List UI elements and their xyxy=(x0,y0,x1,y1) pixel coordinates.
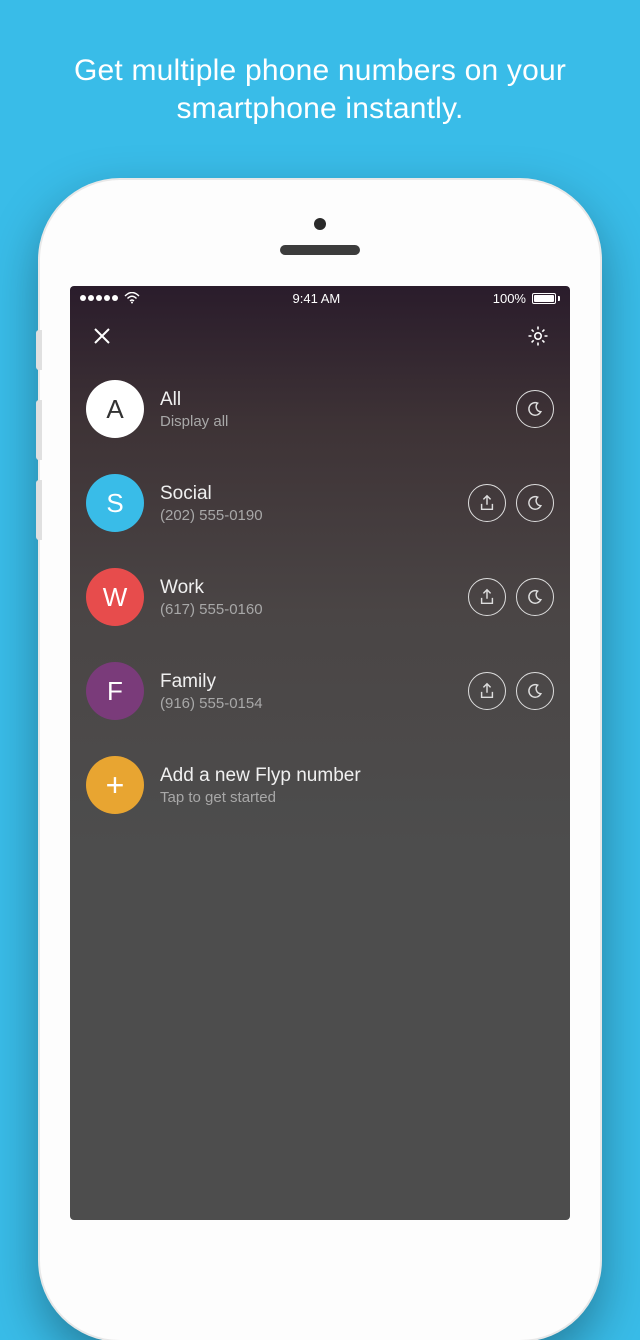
dnd-button[interactable] xyxy=(516,390,554,428)
moon-icon xyxy=(526,588,544,606)
numbers-list: A All Display all S Social (202) 555-0190 W Wor… xyxy=(70,362,570,832)
row-subtitle: Display all xyxy=(160,413,500,430)
share-icon xyxy=(478,682,496,700)
gear-icon xyxy=(526,324,550,348)
share-button[interactable] xyxy=(468,578,506,616)
dnd-button[interactable] xyxy=(516,484,554,522)
marketing-headline: Get multiple phone numbers on your smart… xyxy=(0,0,640,127)
row-text: Social (202) 555-0190 xyxy=(160,483,452,524)
row-title: All xyxy=(160,389,500,411)
share-button[interactable] xyxy=(468,672,506,710)
row-text: Work (617) 555-0160 xyxy=(160,577,452,618)
settings-button[interactable] xyxy=(522,320,554,352)
row-subtitle: (202) 555-0190 xyxy=(160,507,452,524)
phone-camera-dot xyxy=(314,218,326,230)
dnd-button[interactable] xyxy=(516,672,554,710)
moon-icon xyxy=(526,494,544,512)
number-row[interactable]: F Family (916) 555-0154 xyxy=(82,644,558,738)
row-text: Family (916) 555-0154 xyxy=(160,671,452,712)
row-subtitle: (617) 555-0160 xyxy=(160,601,452,618)
battery-percent: 100% xyxy=(493,291,526,306)
row-text: Add a new Flyp number Tap to get started xyxy=(160,765,538,806)
row-title: Social xyxy=(160,483,452,505)
phone-side-button xyxy=(36,330,42,370)
close-icon xyxy=(92,326,112,346)
moon-icon xyxy=(526,682,544,700)
share-icon xyxy=(478,494,496,512)
phone-side-button xyxy=(36,400,42,460)
number-row[interactable]: S Social (202) 555-0190 xyxy=(82,456,558,550)
moon-icon xyxy=(526,400,544,418)
top-bar xyxy=(70,310,570,362)
avatar: S xyxy=(86,474,144,532)
share-icon xyxy=(478,588,496,606)
share-button[interactable] xyxy=(468,484,506,522)
avatar: F xyxy=(86,662,144,720)
row-actions xyxy=(516,390,554,428)
row-subtitle: (916) 555-0154 xyxy=(160,695,452,712)
battery-icon xyxy=(532,293,560,304)
close-button[interactable] xyxy=(86,320,118,352)
phone-screen: 9:41 AM 100% AAllDisplay allSSocial(202) xyxy=(70,286,570,1220)
avatar: W xyxy=(86,568,144,626)
avatar: A xyxy=(86,380,144,438)
phone-speaker xyxy=(280,245,360,255)
status-time: 9:41 AM xyxy=(293,291,341,306)
row-actions xyxy=(468,672,554,710)
row-title: Add a new Flyp number xyxy=(160,765,538,787)
add-number-row[interactable]: + Add a new Flyp number Tap to get started xyxy=(82,738,558,832)
dnd-button[interactable] xyxy=(516,578,554,616)
phone-side-button xyxy=(36,480,42,540)
row-actions xyxy=(468,484,554,522)
row-title: Work xyxy=(160,577,452,599)
wifi-icon xyxy=(124,292,140,304)
number-row[interactable]: A All Display all xyxy=(82,362,558,456)
phone-frame: 9:41 AM 100% AAllDisplay allSSocial(202) xyxy=(40,180,600,1340)
signal-dots-icon xyxy=(80,295,118,301)
row-subtitle: Tap to get started xyxy=(160,789,538,806)
add-icon-avatar: + xyxy=(86,756,144,814)
row-text: All Display all xyxy=(160,389,500,430)
row-title: Family xyxy=(160,671,452,693)
number-row[interactable]: W Work (617) 555-0160 xyxy=(82,550,558,644)
row-actions xyxy=(468,578,554,616)
status-bar: 9:41 AM 100% xyxy=(70,286,570,310)
